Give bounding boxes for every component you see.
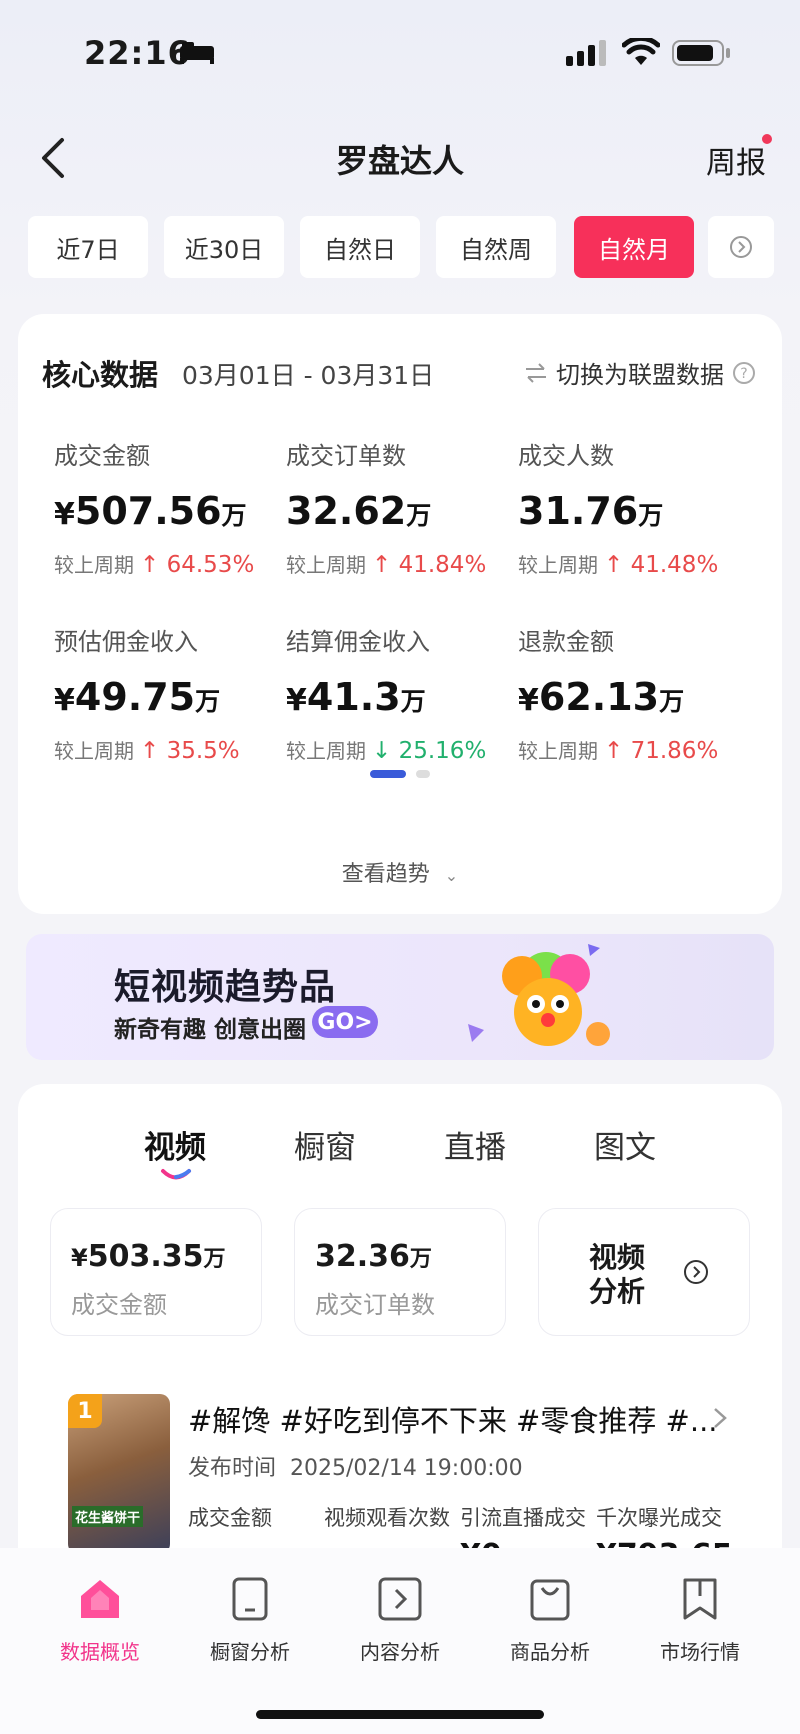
chevron-right-circle-icon: [684, 1260, 708, 1284]
view-trend-label: 查看趋势: [341, 862, 430, 887]
core-data-card: [18, 314, 782, 914]
nav-label: 内容分析: [360, 1640, 440, 1664]
nav-label: 商品分析: [510, 1640, 590, 1664]
tab-video[interactable]: 视频: [144, 1122, 206, 1167]
metric-label: 预估佣金收入: [54, 628, 198, 656]
metric-value: 41.3: [306, 675, 401, 719]
nav-label: 市场行情: [660, 1640, 740, 1664]
period-tab-30d[interactable]: 近30日: [164, 216, 284, 278]
core-data-title: 核心数据: [42, 358, 159, 392]
metric-change: ↑ 35.5%: [140, 738, 240, 764]
sleep-focus-icon: [180, 42, 214, 64]
metric-change: ↓ 25.16%: [372, 738, 487, 764]
metric-label: 结算佣金收入: [286, 628, 430, 656]
switch-alliance-button[interactable]: 切换为联盟数据 ?: [524, 355, 756, 390]
home-indicator: [256, 1710, 544, 1719]
metric-change: ↑ 71.86%: [604, 738, 719, 764]
tab-live[interactable]: 直播: [444, 1122, 506, 1167]
chevron-right-circle-icon: [730, 236, 752, 258]
nav-content-analysis[interactable]: 内容分析: [330, 1576, 470, 1665]
swap-icon: [526, 362, 546, 383]
period-tab-day[interactable]: 自然日: [300, 216, 420, 278]
stat-label: 成交金额: [71, 1291, 167, 1319]
home-icon: [81, 1580, 119, 1618]
view-trend-button[interactable]: 查看趋势 ⌄: [0, 856, 800, 888]
nav-product-analysis[interactable]: 商品分析: [480, 1576, 620, 1665]
metric-value: 62.13: [538, 675, 660, 719]
video-analysis-button[interactable]: 视频分析: [538, 1208, 750, 1336]
metric-gmv[interactable]: 成交金额 ¥507.56万 较上周期 ↑ 64.53%: [54, 436, 274, 578]
switch-alliance-label: 切换为联盟数据: [556, 361, 724, 389]
video-title: #解馋 #好吃到停不下来 #零食推荐 #...: [188, 1404, 718, 1438]
rank-badge: 1: [68, 1394, 102, 1428]
metric-settled-commission[interactable]: 结算佣金收入 ¥41.3万 较上周期 ↓ 25.16%: [286, 622, 506, 764]
col-label: 千次曝光成交: [596, 1506, 722, 1530]
metric-change: ↑ 41.48%: [604, 552, 719, 578]
video-orders-stat[interactable]: 32.36万 成交订单数: [294, 1208, 506, 1336]
chevron-down-icon: ⌄: [444, 866, 459, 885]
core-date-range: 03月01日 - 03月31日: [182, 361, 435, 390]
period-tab-month[interactable]: 自然月: [574, 216, 694, 278]
metric-change: ↑ 41.84%: [372, 552, 487, 578]
video-list-item[interactable]: 1 花生酱饼干 #解馋 #好吃到停不下来 #零食推荐 #... 发布时间 202…: [44, 1362, 756, 1581]
cellular-signal-icon: [566, 40, 606, 66]
stat-value: 32.36: [315, 1239, 410, 1274]
chevron-right-icon[interactable]: [712, 1406, 728, 1430]
phone-icon: [232, 1577, 268, 1621]
metric-value: 49.75: [74, 675, 196, 719]
weekly-report-button[interactable]: 周报: [706, 138, 766, 182]
video-analysis-label: 视频分析: [589, 1241, 646, 1308]
bag-icon: [530, 1579, 570, 1621]
metric-label: 成交人数: [518, 442, 614, 470]
tab-indicator: [161, 1169, 191, 1180]
status-time: 22:16: [84, 34, 191, 72]
metric-est-commission[interactable]: 预估佣金收入 ¥49.75万 较上周期 ↑ 35.5%: [54, 622, 274, 764]
nav-label: 橱窗分析: [210, 1640, 290, 1664]
stat-label: 成交订单数: [315, 1291, 435, 1319]
more-periods-button[interactable]: [708, 216, 774, 278]
metric-label: 成交订单数: [286, 442, 406, 470]
stat-value: 503.35: [87, 1239, 204, 1274]
metric-value: 31.76: [518, 489, 639, 533]
nav-label: 数据概览: [60, 1640, 140, 1664]
metric-buyers[interactable]: 成交人数 31.76万 较上周期 ↑ 41.48%: [518, 436, 738, 578]
nav-market[interactable]: 市场行情: [630, 1576, 770, 1665]
metric-orders[interactable]: 成交订单数 32.62万 较上周期 ↑ 41.84%: [286, 436, 506, 578]
page-title: 罗盘达人: [335, 142, 464, 180]
help-icon[interactable]: ?: [732, 361, 756, 385]
banner-go-button[interactable]: GO>: [312, 1006, 378, 1038]
thumbnail-caption: 花生酱饼干: [72, 1506, 144, 1527]
svg-text:?: ?: [740, 366, 747, 382]
battery-icon: [672, 40, 730, 66]
col-label: 成交金额: [188, 1506, 272, 1530]
page-indicator: [370, 770, 430, 778]
video-thumbnail[interactable]: 1 花生酱饼干: [68, 1394, 170, 1554]
promo-banner[interactable]: 短视频趋势品 新奇有趣 创意出圈 GO>: [26, 934, 774, 1060]
nav-showcase-analysis[interactable]: 橱窗分析: [180, 1576, 320, 1665]
play-icon: [378, 1577, 422, 1621]
metric-label: 退款金额: [518, 628, 614, 656]
period-tab-week[interactable]: 自然周: [436, 216, 556, 278]
col-label: 视频观看次数: [324, 1506, 450, 1530]
metric-refund[interactable]: 退款金额 ¥62.13万 较上周期 ↑ 71.86%: [518, 622, 738, 764]
mascot-illustration: [468, 944, 610, 1046]
metric-label: 成交金额: [54, 442, 150, 470]
nav-data-overview[interactable]: 数据概览: [30, 1576, 170, 1665]
video-gmv-stat[interactable]: ¥503.35万 成交金额: [50, 1208, 262, 1336]
notification-dot: [762, 134, 772, 144]
col-label: 引流直播成交: [460, 1506, 586, 1530]
tab-image-text[interactable]: 图文: [594, 1122, 656, 1167]
metric-value: 507.56: [74, 489, 222, 533]
tab-showcase[interactable]: 橱窗: [294, 1122, 356, 1167]
metric-value: 32.62: [286, 489, 407, 533]
period-tab-7d[interactable]: 近7日: [28, 216, 148, 278]
metric-change: ↑ 64.53%: [140, 552, 255, 578]
status-bar: 22:16: [0, 0, 800, 110]
video-publish-time: 发布时间 2025/02/14 19:00:00: [188, 1456, 523, 1481]
banner-title: 短视频趋势品: [114, 967, 337, 1008]
wifi-icon: [622, 38, 660, 65]
bookmark-icon: [683, 1578, 717, 1620]
bottom-nav: 数据概览 橱窗分析 内容分析 商品分析 市场行情: [0, 1548, 800, 1734]
banner-subtitle: 新奇有趣 创意出圈: [114, 1017, 307, 1043]
